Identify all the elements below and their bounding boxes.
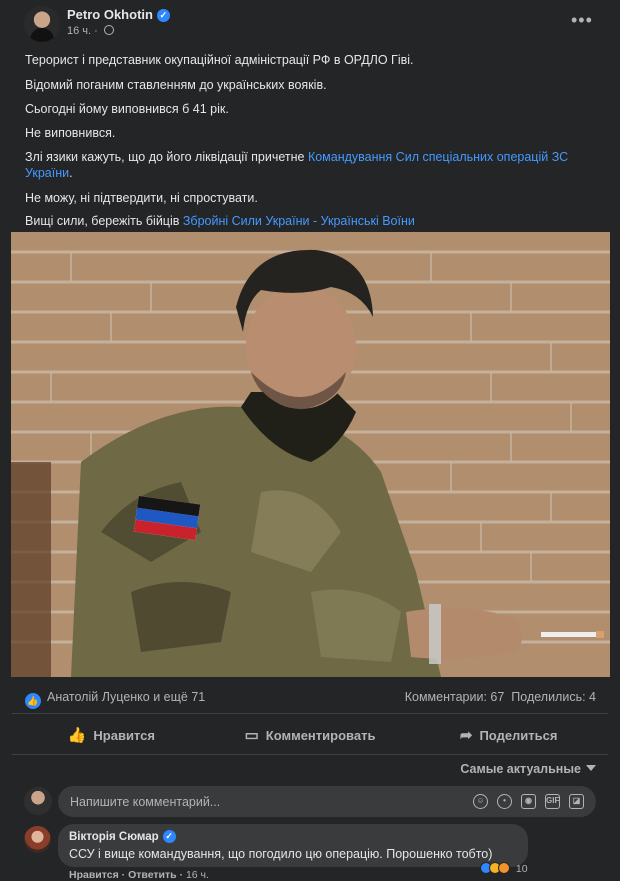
- globe-icon: [103, 25, 114, 35]
- comment-footer: Нравится · Ответить · 16 ч.: [69, 869, 209, 881]
- author-avatar[interactable]: [24, 6, 60, 42]
- post-photo[interactable]: [11, 232, 610, 677]
- wow-reaction-icon: [498, 862, 510, 874]
- comment-reaction-count: 10: [515, 863, 528, 875]
- post-time[interactable]: 16 ч.: [67, 25, 91, 37]
- shares-count[interactable]: Поделились: 4: [511, 690, 596, 704]
- commenter-avatar[interactable]: [24, 826, 51, 853]
- divider-bottom: [12, 754, 608, 755]
- camera-icon[interactable]: ◉: [521, 794, 536, 809]
- post-line-3: Сьогодні йому виповнився б 41 рік.: [25, 102, 229, 116]
- comments-count[interactable]: Комментарии: 67: [405, 690, 505, 704]
- comment-box[interactable]: ☺ • ◉ GIF ◪: [58, 786, 596, 817]
- share-button[interactable]: ➦ Поделиться: [409, 716, 608, 754]
- comment-reactions[interactable]: 10: [480, 862, 528, 875]
- comment-button[interactable]: ▭ Комментировать: [211, 716, 410, 754]
- post-actions: 👍 Нравится ▭ Комментировать ➦ Поделиться: [12, 716, 608, 754]
- post-line-5: Злі язики кажуть, що до його ліквідації …: [25, 150, 569, 180]
- commenter-name[interactable]: Вікторія Сюмар: [69, 831, 159, 843]
- current-user-avatar[interactable]: [24, 787, 52, 815]
- like-button[interactable]: 👍 Нравится: [12, 716, 211, 754]
- comment-tools: ☺ • ◉ GIF ◪: [473, 794, 584, 809]
- like-reaction-icon: 👍: [25, 693, 41, 709]
- emoji-icon[interactable]: ☺: [473, 794, 488, 809]
- sticker-icon[interactable]: ◪: [569, 794, 584, 809]
- post-header: Petro Okhotin ✓ 16 ч. · •••: [0, 0, 620, 46]
- thumbs-up-icon: 👍: [67, 727, 87, 744]
- ssso-page-link-cont[interactable]: України: [25, 166, 69, 180]
- post-counts: Комментарии: 67 Поделились: 4: [405, 690, 596, 704]
- post-line-1: Терорист і представник окупаційної адмін…: [25, 53, 414, 67]
- divider-top: [12, 713, 608, 714]
- comment-time[interactable]: 16 ч.: [186, 869, 209, 881]
- post-line-7-text: Вищі сили, бережіть бійців: [25, 214, 183, 228]
- share-icon: ➦: [459, 727, 473, 744]
- post-line-2: Відомий поганим ставленням до українськи…: [25, 78, 327, 92]
- post-line-6: Не можу, ні підтвердити, ні спростувати.: [25, 191, 258, 205]
- avatar-sticker-icon[interactable]: •: [497, 794, 512, 809]
- comment-sort-dropdown[interactable]: Самые актуальные: [460, 762, 596, 776]
- comment-input[interactable]: [70, 786, 460, 817]
- comment-like-link[interactable]: Нравится: [69, 869, 119, 881]
- comment-bubble: Вікторія Сюмар ✓ ССУ і вище командування,…: [58, 824, 528, 867]
- gif-icon[interactable]: GIF: [545, 794, 560, 809]
- comment-reply-link[interactable]: Ответить: [128, 869, 177, 881]
- reactions-summary[interactable]: 👍 Анатолій Луценко и ещё 71: [25, 690, 205, 709]
- author-name-row: Petro Okhotin ✓: [67, 7, 170, 22]
- post-card: Petro Okhotin ✓ 16 ч. · ••• Терорист і пр…: [0, 0, 620, 881]
- post-line-7: Вищі сили, бережіть бійців Збройні Сили …: [25, 213, 610, 229]
- post-meta: 16 ч. ·: [67, 25, 114, 37]
- comment-icon: ▭: [244, 727, 259, 744]
- verified-badge-icon: ✓: [162, 830, 176, 843]
- author-name[interactable]: Petro Okhotin: [67, 7, 153, 22]
- post-line-4: Не виповнився.: [25, 126, 116, 140]
- zsu-page-link[interactable]: Збройні Сили України - Українські Воїни: [183, 214, 415, 228]
- ssso-page-link[interactable]: Командування Сил спеціальних операцій ЗС: [308, 150, 568, 164]
- verified-badge-icon: ✓: [156, 9, 170, 22]
- more-options-icon[interactable]: •••: [571, 10, 593, 31]
- comment-text: ССУ і вище командування, що погодило цю …: [69, 847, 493, 861]
- commenter-name-row: Вікторія Сюмар ✓: [69, 830, 176, 843]
- post-line-5-text: Злі язики кажуть, що до його ліквідації …: [25, 150, 308, 164]
- reactions-text[interactable]: Анатолій Луценко и ещё 71: [47, 690, 205, 704]
- chevron-down-icon: [586, 765, 596, 771]
